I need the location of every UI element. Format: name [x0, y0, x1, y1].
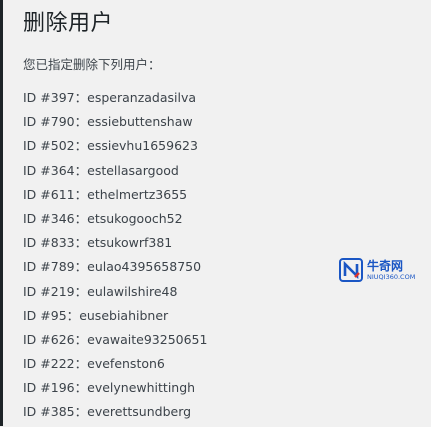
- user-login: eulao4395658750: [87, 259, 202, 275]
- user-separator: ：: [66, 307, 80, 323]
- user-login: essiebuttenshaw: [87, 114, 193, 130]
- page-title: 删除用户: [23, 11, 114, 36]
- user-login: eulawilshire48: [87, 283, 178, 299]
- watermark-name: 牛奇网: [367, 258, 404, 273]
- user-login: etsukogooch52: [87, 210, 183, 226]
- user-id: ID #95: [23, 307, 67, 323]
- user-separator: ：: [74, 331, 88, 347]
- user-list-item: ID #611：ethelmertz3655: [23, 185, 207, 209]
- user-list-item: ID #626：evawaite93250651: [23, 330, 207, 354]
- user-login: etsukowrf381: [87, 235, 173, 251]
- n-logo-icon: [339, 258, 363, 282]
- user-separator: ：: [74, 138, 88, 154]
- user-id: ID #611: [23, 186, 75, 202]
- user-id: ID #790: [23, 114, 75, 130]
- user-separator: ：: [74, 235, 88, 251]
- user-separator: ：: [74, 380, 88, 396]
- user-list: ID #397：esperanzadasilva ID #790：essiebut…: [23, 88, 207, 427]
- user-list-item: ID #95：eusebiahibner: [23, 306, 207, 330]
- watermark-url: NIUQI360.COM: [367, 272, 416, 281]
- user-id: ID #833: [23, 235, 75, 251]
- user-login: ethelmertz3655: [87, 186, 188, 202]
- user-id: ID #364: [23, 162, 75, 178]
- user-separator: ：: [74, 259, 88, 275]
- user-id: ID #502: [23, 138, 75, 154]
- main-content: 删除用户 您已指定删除下列用户： ID #397：esperanzadasilv…: [23, 0, 431, 426]
- user-id: ID #626: [23, 331, 75, 347]
- user-id: ID #789: [23, 259, 75, 275]
- admin-sidebar-edge: [0, 0, 3, 426]
- user-id: ID #385: [23, 404, 75, 420]
- user-separator: ：: [74, 356, 88, 372]
- user-list-item: ID #397：esperanzadasilva: [23, 88, 207, 112]
- user-list-item: ID #346：etsukogooch52: [23, 209, 207, 233]
- user-list-item: ID #502：essievhu1659623: [23, 136, 207, 160]
- user-id: ID #397: [23, 90, 75, 105]
- user-separator: ：: [74, 114, 88, 130]
- user-separator: ：: [74, 283, 88, 299]
- user-list-item: ID #789：eulao4395658750: [23, 257, 207, 281]
- user-list-item: ID #222：evefenston6: [23, 354, 207, 378]
- user-id: ID #196: [23, 380, 75, 396]
- user-login: eusebiahibner: [79, 307, 169, 323]
- user-separator: ：: [74, 210, 88, 226]
- user-login: everettsundberg: [87, 404, 192, 420]
- user-id: ID #222: [23, 356, 75, 372]
- user-separator: ：: [74, 186, 88, 202]
- user-login: evawaite93250651: [87, 331, 208, 347]
- user-separator: ：: [74, 90, 88, 105]
- user-list-item: ID #196：evelynewhittingh: [23, 378, 207, 402]
- user-list-item: ID #790：essiebuttenshaw: [23, 112, 207, 136]
- watermark: 牛奇网 NIUQI360.COM: [339, 255, 429, 285]
- user-login: evelynewhittingh: [87, 380, 196, 396]
- user-login: estellasargood: [87, 162, 179, 178]
- user-list-item: ID #219：eulawilshire48: [23, 282, 207, 306]
- user-list-item: ID #364：estellasargood: [23, 161, 207, 185]
- intro-text: 您已指定删除下列用户：: [23, 57, 161, 72]
- user-login: essievhu1659623: [87, 138, 198, 154]
- user-id: ID #219: [23, 283, 75, 299]
- user-separator: ：: [74, 404, 88, 420]
- user-id: ID #346: [23, 210, 75, 226]
- user-login: evefenston6: [87, 356, 165, 372]
- user-login: esperanzadasilva: [87, 90, 197, 105]
- user-list-item: ID #833：etsukowrf381: [23, 233, 207, 257]
- user-separator: ：: [74, 162, 88, 178]
- user-list-item: ID #385：everettsundberg: [23, 402, 207, 426]
